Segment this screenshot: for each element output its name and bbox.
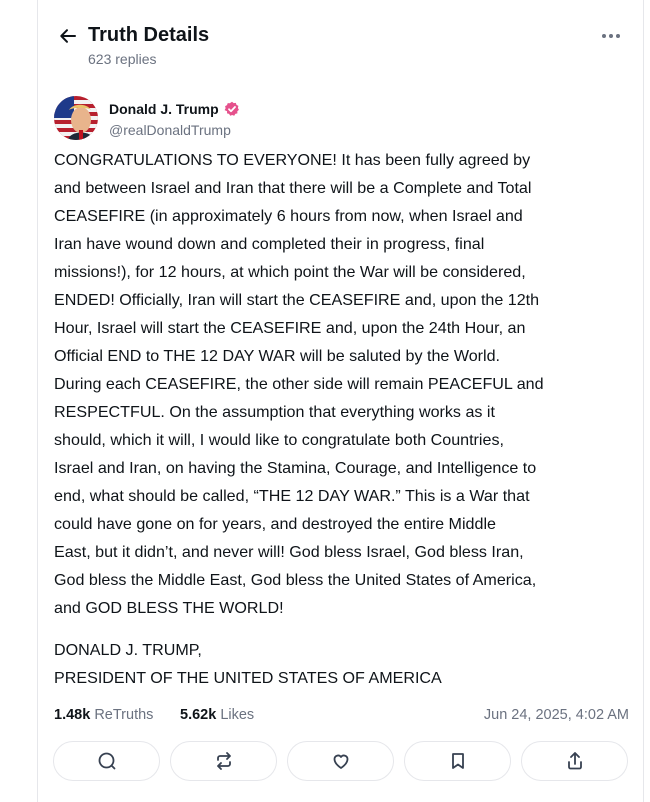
reply-icon <box>98 752 115 770</box>
post-content: CONGRATULATIONS TO EVERYONE! It has been… <box>54 146 634 692</box>
retruths-label: ReTruths <box>94 707 154 723</box>
bookmark-icon <box>451 753 464 769</box>
likes-label: Likes <box>220 707 255 723</box>
share-button[interactable] <box>521 741 628 781</box>
retruth-button[interactable] <box>170 741 277 781</box>
post-author: Donald J. Trump @realDonaldTrump <box>54 96 627 142</box>
avatar[interactable] <box>54 96 98 140</box>
post-paragraph: CONGRATULATIONS TO EVERYONE! It has been… <box>54 151 544 617</box>
author-handle[interactable]: @realDonaldTrump <box>109 121 231 139</box>
page-header: Truth Details 623 replies <box>56 22 625 74</box>
post-signature: DONALD J. TRUMP, PRESIDENT OF THE UNITED… <box>54 641 442 687</box>
author-name[interactable]: Donald J. Trump <box>109 100 219 118</box>
retruth-icon <box>216 752 231 770</box>
post-timestamp: Jun 24, 2025, 4:02 AM <box>483 707 629 723</box>
likes-stat[interactable]: 5.62k Likes <box>180 703 254 727</box>
arrow-left-icon <box>60 29 76 43</box>
like-icon <box>333 754 348 769</box>
page-title: Truth Details <box>88 24 210 46</box>
bookmark-button[interactable] <box>404 741 511 781</box>
share-icon <box>567 752 582 770</box>
avatar-image <box>54 96 98 140</box>
author-name-row[interactable]: Donald J. Trump <box>109 100 240 118</box>
back-button[interactable] <box>56 24 80 48</box>
more-horizontal-icon <box>602 34 620 38</box>
post-actions <box>53 741 630 785</box>
post-detail-panel: Truth Details 623 replies Donald J. Trum… <box>37 0 644 802</box>
more-options-button[interactable] <box>597 26 625 46</box>
reply-count: 623 replies <box>88 51 157 67</box>
reply-button[interactable] <box>53 741 160 781</box>
retruths-count: 1.48k <box>54 707 91 723</box>
post-stats: 1.48k ReTruths 5.62k Likes Jun 24, 2025,… <box>54 703 629 727</box>
like-button[interactable] <box>287 741 394 781</box>
likes-count: 5.62k <box>180 707 217 723</box>
retruths-stat[interactable]: 1.48k ReTruths <box>54 703 153 727</box>
verified-badge-icon <box>224 101 239 116</box>
